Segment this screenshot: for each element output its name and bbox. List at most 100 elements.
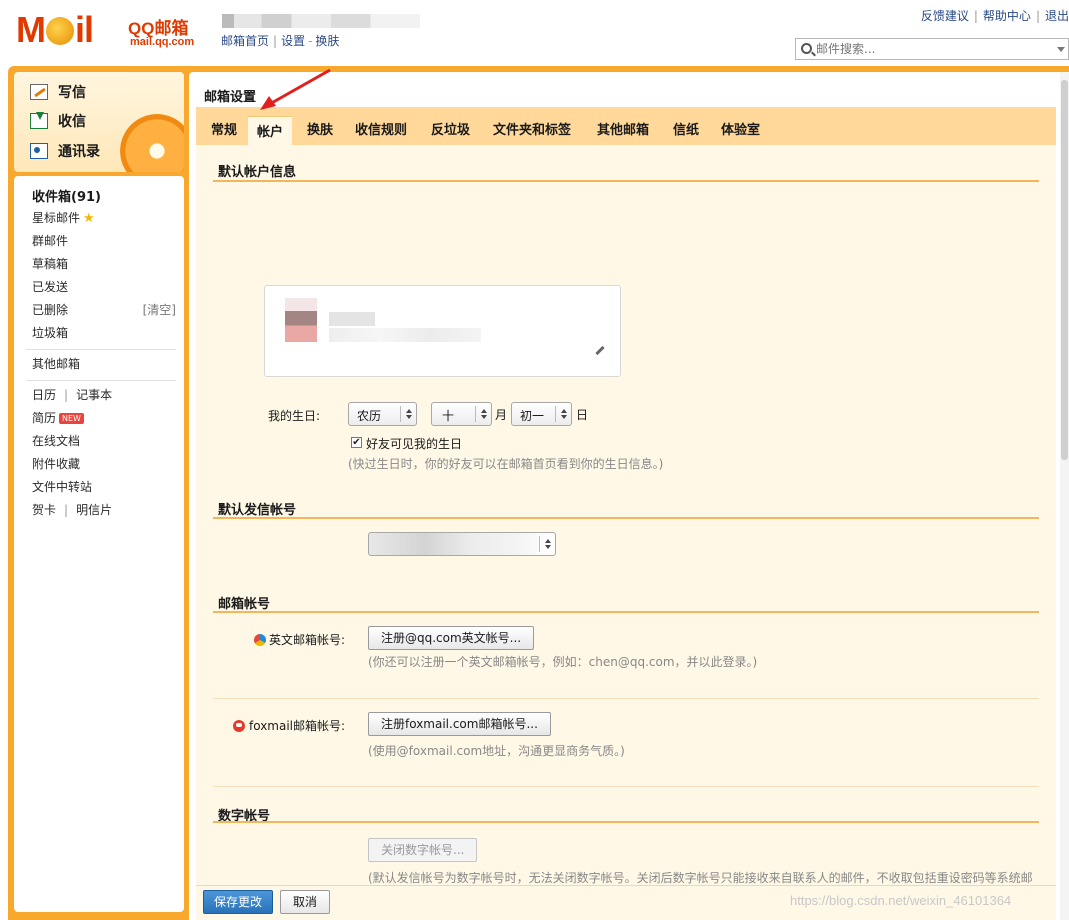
- sidebar-item-attachments[interactable]: 附件收藏: [32, 455, 80, 472]
- mail-search-input[interactable]: [816, 41, 1046, 57]
- logout-link[interactable]: 退出: [1045, 9, 1069, 23]
- receive-button[interactable]: 收信: [30, 109, 86, 133]
- sidebar-item-inbox[interactable]: 收件箱(91): [32, 186, 101, 205]
- sidebar-item-calendar[interactable]: 日历: [32, 388, 56, 402]
- foxmail-account-label: foxmail邮箱帐号:: [233, 717, 345, 734]
- nav-dash: -: [308, 34, 313, 48]
- birth-month-value: 十: [442, 409, 455, 423]
- sidebar-item-greeting-card[interactable]: 贺卡: [32, 503, 56, 517]
- annotation-arrow-icon: [260, 68, 331, 110]
- user-nav: 邮箱首页 | 设置 - 换肤: [221, 32, 339, 49]
- compose-button[interactable]: 写信: [30, 80, 86, 104]
- logo-o-icon: [46, 17, 74, 45]
- tab-anti-spam[interactable]: 反垃圾: [431, 119, 470, 138]
- search-dropdown-icon[interactable]: [1057, 47, 1065, 52]
- contacts-icon: [30, 143, 48, 159]
- compose-label: 写信: [58, 85, 86, 101]
- receive-label: 收信: [58, 114, 86, 130]
- birthday-visible-checkbox[interactable]: ✔: [351, 437, 362, 448]
- tab-account[interactable]: 帐户: [248, 116, 293, 145]
- change-skin-link[interactable]: 换肤: [315, 34, 339, 48]
- month-unit: 月: [495, 408, 508, 422]
- row-divider: [213, 786, 1039, 787]
- top-link-separator: |: [1035, 9, 1040, 23]
- day-unit: 日: [576, 408, 589, 422]
- calendar-type-value: 农历: [357, 409, 382, 423]
- birthday-visible-label: 好友可见我的生日: [366, 437, 463, 451]
- sidebar-item-file-transfer[interactable]: 文件中转站: [32, 478, 92, 495]
- new-badge: NEW: [59, 413, 84, 424]
- tab-folders-labels[interactable]: 文件夹和标签: [493, 119, 571, 138]
- help-center-link[interactable]: 帮助中心: [983, 9, 1031, 23]
- page-scrollbar[interactable]: [1060, 72, 1069, 920]
- feedback-link[interactable]: 反馈建议: [921, 9, 969, 23]
- sidebar-item-postcard[interactable]: 明信片: [76, 503, 112, 517]
- save-changes-button[interactable]: 保存更改: [203, 890, 274, 914]
- nav-separator: |: [273, 34, 278, 48]
- section-divider: [213, 180, 1039, 182]
- cancel-button[interactable]: 取消: [280, 890, 331, 914]
- avatar[interactable]: [285, 298, 317, 342]
- search-icon: [801, 43, 812, 54]
- logo-letter-m: M: [16, 9, 46, 50]
- sidebar-quick-actions: 写信 收信 通讯录: [14, 72, 184, 172]
- clear-trash-link[interactable]: [清空]: [143, 301, 176, 318]
- select-arrows-icon: [555, 406, 571, 422]
- tab-stationery[interactable]: 信纸: [673, 119, 699, 138]
- english-account-note: (你还可以注册一个英文邮箱帐号，例如：chen@qq.com，并以此登录。): [368, 655, 758, 669]
- sidebar-item-other-mailbox[interactable]: 其他邮箱: [32, 355, 80, 372]
- tab-general[interactable]: 常规: [211, 119, 237, 138]
- sidebar-item-starred[interactable]: 星标邮件 ★: [32, 209, 95, 226]
- compose-icon: [30, 84, 48, 100]
- select-arrows-icon: [475, 406, 491, 422]
- mail-search-box[interactable]: [795, 38, 1069, 60]
- sidebar-item-sent[interactable]: 已发送: [32, 278, 68, 295]
- foxmail-account-note: (使用@foxmail.com地址，沟通更显商务气质。): [368, 744, 625, 758]
- blurred-email: [329, 328, 481, 342]
- sidebar-item-drafts[interactable]: 草稿箱: [32, 255, 68, 272]
- tab-receive-rules[interactable]: 收信规则: [355, 119, 407, 138]
- sidebar-item-deleted[interactable]: 已删除: [32, 301, 68, 318]
- register-english-account-button[interactable]: 注册@qq.com英文帐号...: [368, 626, 535, 650]
- contacts-button[interactable]: 通讯录: [30, 139, 100, 163]
- receive-icon: [30, 112, 48, 129]
- birth-day-select[interactable]: 初一: [511, 402, 572, 426]
- sidebar-divider: [26, 349, 176, 350]
- close-digital-account-button[interactable]: 关闭数字帐号...: [368, 838, 478, 862]
- sidebar-divider: [26, 380, 176, 381]
- select-arrows-icon: [539, 536, 555, 552]
- tab-lab[interactable]: 体验室: [721, 119, 760, 138]
- settings-panel: 邮箱设置 常规 帐户 换肤 收信规则 反垃圾 文件夹和标签 其他邮箱 信纸 体验…: [189, 72, 1069, 920]
- sidebar-item-group[interactable]: 群邮件: [32, 232, 68, 249]
- qq-icon: [254, 634, 266, 646]
- sidebar-item-notepad[interactable]: 记事本: [76, 388, 112, 402]
- sidebar-item-label: 星标邮件: [32, 211, 81, 225]
- sidebar-item-docs[interactable]: 在线文档: [32, 432, 80, 449]
- foxmail-icon: [233, 720, 245, 732]
- tab-other-mailbox[interactable]: 其他邮箱: [597, 119, 649, 138]
- tab-skin[interactable]: 换肤: [307, 119, 333, 138]
- blurred-user-name: [222, 14, 420, 28]
- qq-mail-logo[interactable]: Mil QQ邮箱 mail.qq.com: [16, 10, 206, 54]
- logo-url: mail.qq.com: [130, 36, 195, 48]
- default-sender-select[interactable]: [368, 532, 556, 556]
- sidebar-item-resume[interactable]: 简历 NEW: [32, 409, 84, 426]
- orange-decoration-icon: [120, 114, 184, 172]
- birthday-label: 我的生日:: [268, 409, 321, 423]
- sidebar-item-spam[interactable]: 垃圾箱: [32, 324, 68, 341]
- sidebar-row-calendar: 日历 | 记事本: [32, 386, 112, 403]
- sidebar-separator: |: [64, 503, 69, 517]
- account-settings-content: 默认帐户信息 我的生日: 农历 十 月 初一 日 ✔ 好友可见我的生日 (快过生…: [196, 145, 1056, 907]
- top-links: 反馈建议 | 帮助中心 | 退出: [921, 7, 1069, 24]
- birth-month-select[interactable]: 十: [431, 402, 492, 426]
- settings-link[interactable]: 设置: [281, 34, 305, 48]
- calendar-type-select[interactable]: 农历: [348, 402, 417, 426]
- blurred-nickname: [329, 312, 375, 326]
- settings-tabs: 常规 帐户 换肤 收信规则 反垃圾 文件夹和标签 其他邮箱 信纸 体验室: [196, 107, 1056, 145]
- edit-pencil-icon[interactable]: [595, 345, 605, 356]
- register-foxmail-account-button[interactable]: 注册foxmail.com邮箱帐号...: [368, 712, 551, 736]
- scrollbar-thumb[interactable]: [1061, 80, 1068, 460]
- contacts-label: 通讯录: [58, 144, 100, 160]
- mail-home-link[interactable]: 邮箱首页: [221, 34, 269, 48]
- sidebar-separator: |: [64, 388, 69, 402]
